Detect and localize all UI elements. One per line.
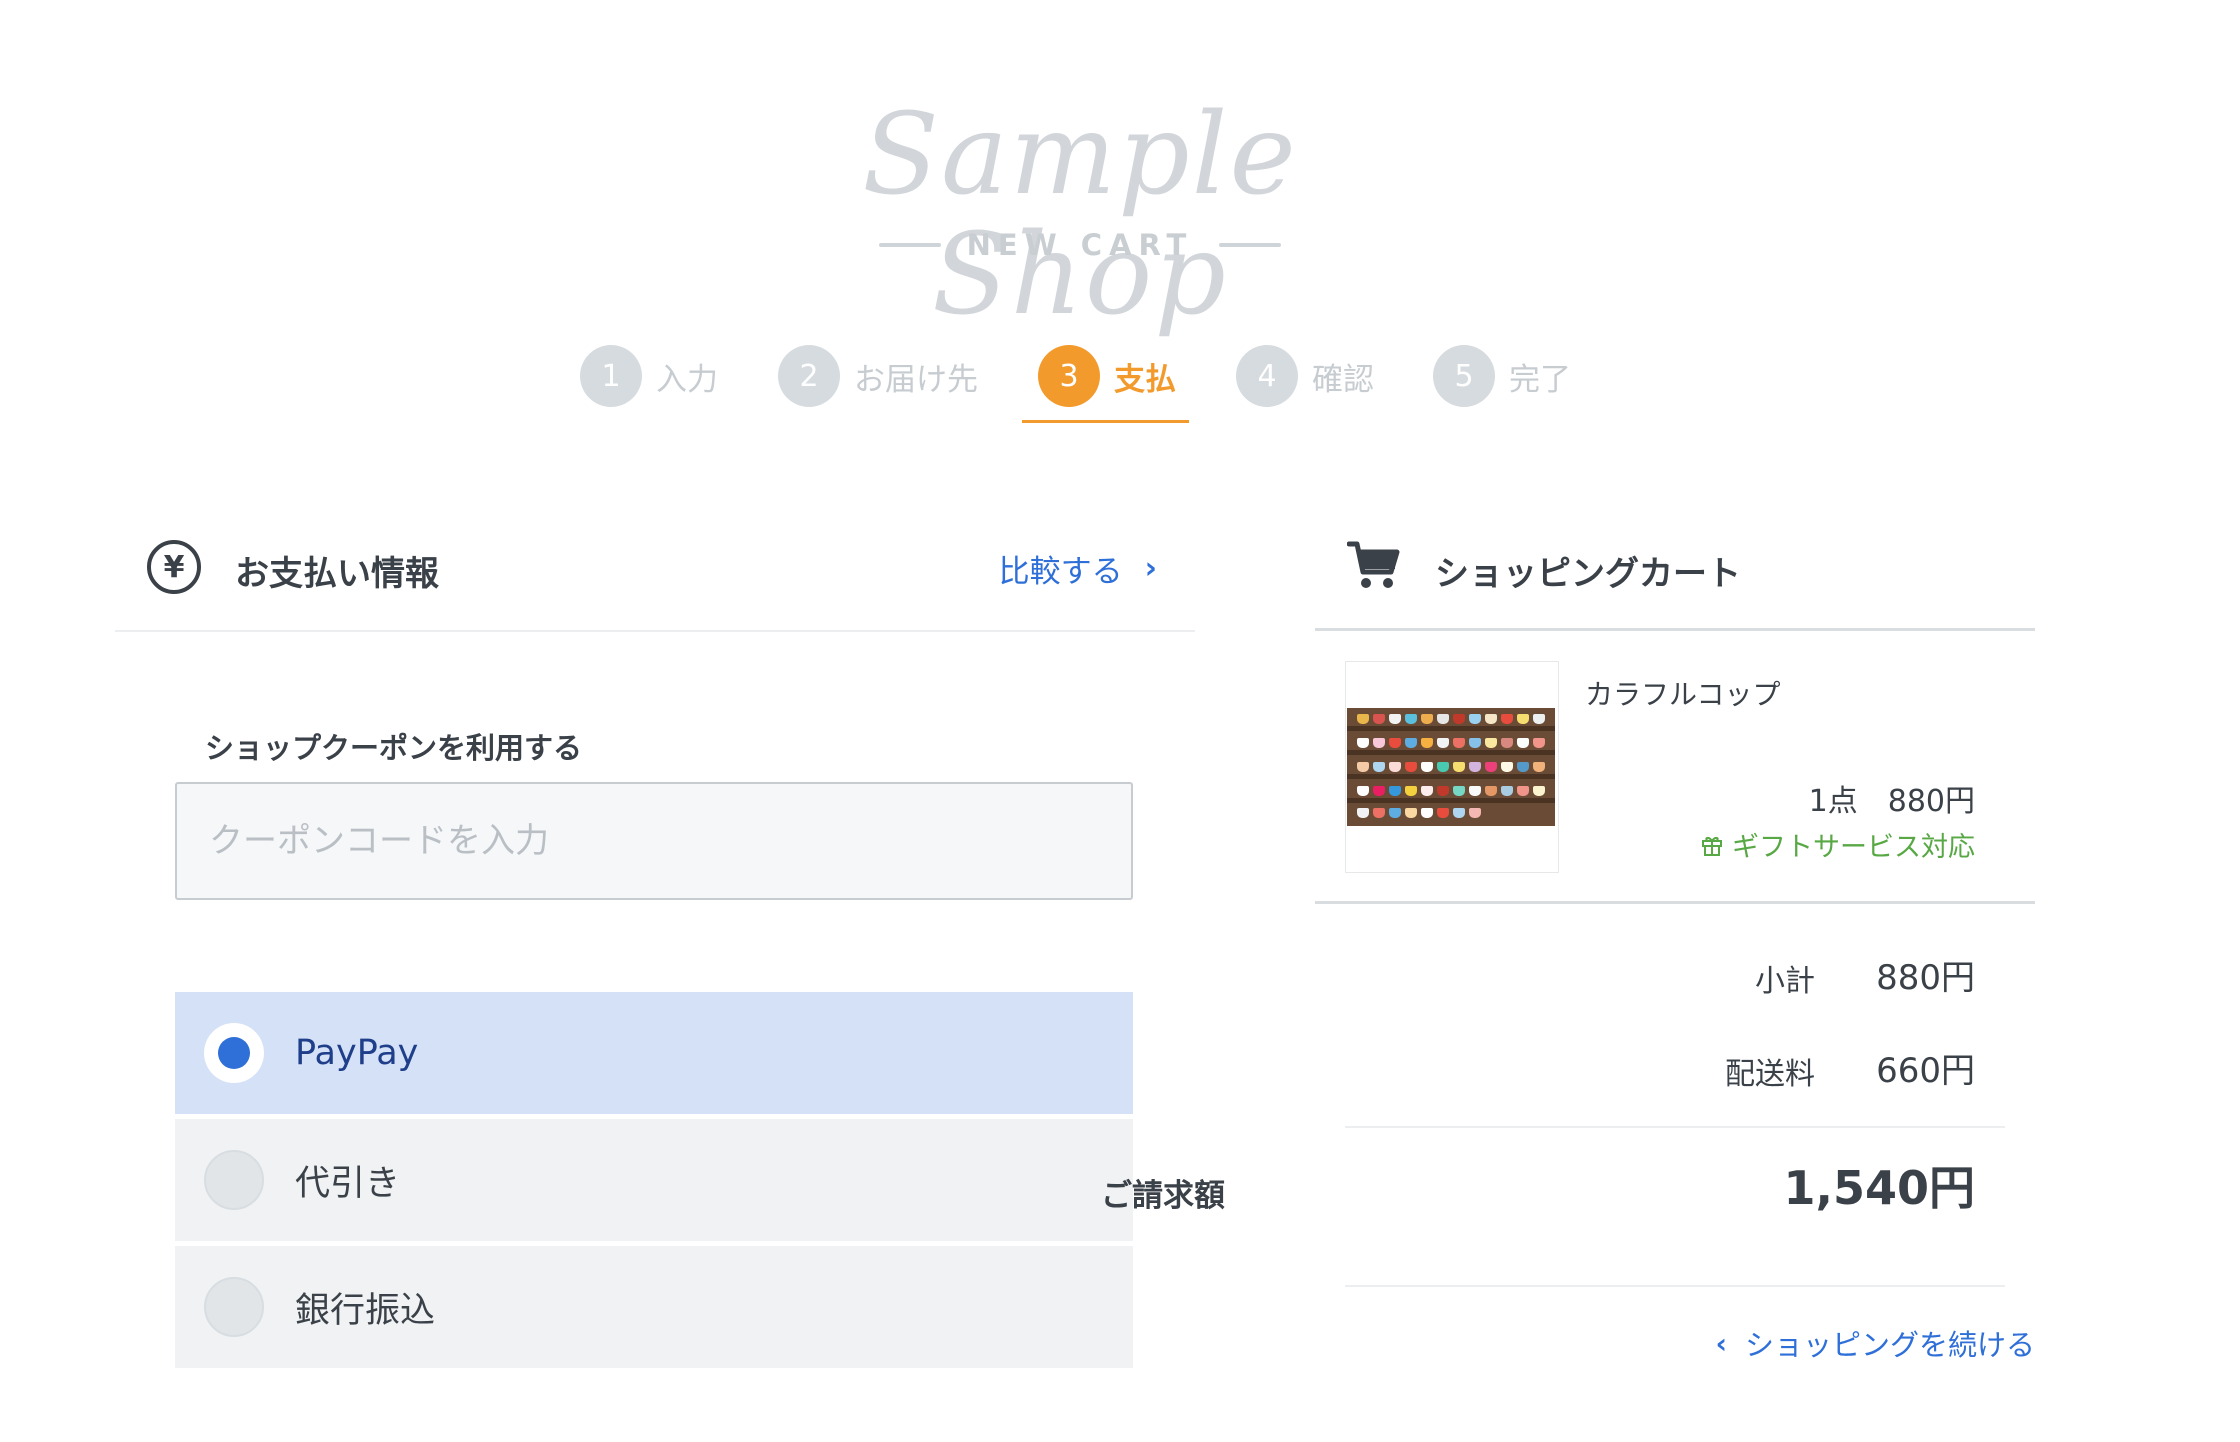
coupon-label: ショップクーポンを利用する bbox=[205, 731, 583, 765]
continue-shopping-label: ショッピングを続ける bbox=[1744, 1328, 2035, 1362]
step-label: 確認 bbox=[1312, 361, 1374, 398]
logo-script-text: Sample Shop bbox=[862, 90, 1298, 340]
payment-option-label: PayPay bbox=[295, 1033, 419, 1073]
step-delivery: 2 お届け先 bbox=[778, 345, 978, 407]
payment-option-cod[interactable]: 代引き bbox=[175, 1119, 1133, 1241]
shelf bbox=[1347, 726, 1555, 731]
cup-row bbox=[1357, 714, 1545, 724]
step-number: 4 bbox=[1236, 345, 1298, 407]
payment-option-label: 銀行振込 bbox=[295, 1290, 436, 1331]
step-input: 1 入力 bbox=[580, 345, 718, 407]
cup-row bbox=[1357, 808, 1481, 818]
subtotal-row: 小計 880円 bbox=[1315, 950, 2035, 1000]
step-number: 5 bbox=[1433, 345, 1495, 407]
step-complete: 5 完了 bbox=[1433, 345, 1571, 407]
step-number: 2 bbox=[778, 345, 840, 407]
payment-info-title: お支払い情報 bbox=[235, 554, 439, 594]
logo-divider-right bbox=[1219, 243, 1282, 247]
step-label: お届け先 bbox=[854, 361, 978, 398]
shopping-cart-title: ショッピングカート bbox=[1435, 554, 1741, 594]
shipping-value: 660円 bbox=[1876, 1051, 1975, 1091]
shopping-cart-header: ショッピングカート bbox=[1315, 530, 2035, 631]
step-payment: 3 支払 bbox=[1038, 345, 1176, 407]
cup-row bbox=[1357, 762, 1545, 772]
continue-shopping-link[interactable]: ‹ ショッピングを続ける bbox=[1715, 1322, 2035, 1364]
payment-info-header: ¥ お支払い情報 比較する › bbox=[115, 530, 1195, 632]
total-divider bbox=[1345, 1285, 2005, 1287]
shipping-label: 配送料 bbox=[1725, 1057, 1815, 1092]
chevron-right-icon: › bbox=[1144, 551, 1157, 586]
cart-item: カラフルコップ 1点 880円 ギフトサービス対応 bbox=[1315, 631, 2035, 904]
gift-service-badge: ギフトサービス対応 bbox=[1700, 825, 1975, 864]
product-thumbnail[interactable] bbox=[1345, 661, 1559, 873]
logo-divider-left bbox=[878, 243, 941, 247]
step-label: 完了 bbox=[1509, 361, 1571, 398]
shelf bbox=[1347, 774, 1555, 779]
step-confirm: 4 確認 bbox=[1236, 345, 1374, 407]
cart-icon bbox=[1347, 541, 1400, 588]
radio-button-selected[interactable] bbox=[204, 1023, 264, 1083]
active-step-underline bbox=[1022, 420, 1189, 423]
payment-option-bank-transfer[interactable]: 銀行振込 bbox=[175, 1246, 1133, 1368]
summary-divider bbox=[1345, 1126, 2005, 1128]
cup-row bbox=[1357, 786, 1545, 796]
cup-row bbox=[1357, 738, 1545, 748]
compare-link[interactable]: 比較する › bbox=[999, 546, 1157, 591]
payment-option-paypay[interactable]: PayPay bbox=[175, 992, 1133, 1114]
shop-logo[interactable]: Sample Shop NEW CART bbox=[790, 95, 1370, 335]
logo-subtitle-text: NEW CART bbox=[966, 228, 1194, 262]
step-label: 支払 bbox=[1114, 361, 1176, 398]
subtotal-value: 880円 bbox=[1876, 958, 1975, 998]
logo-subtitle: NEW CART bbox=[790, 228, 1370, 262]
total-value: 1,540円 bbox=[1783, 1161, 1975, 1215]
subtotal-label: 小計 bbox=[1755, 964, 1815, 999]
shelf bbox=[1347, 798, 1555, 803]
product-quantity-price: 1点 880円 bbox=[1808, 784, 1975, 819]
payment-method-list: PayPay 代引き 銀行振込 bbox=[175, 992, 1133, 1373]
product-image bbox=[1347, 708, 1555, 826]
gift-service-label: ギフトサービス対応 bbox=[1732, 832, 1975, 863]
radio-button[interactable] bbox=[204, 1150, 264, 1210]
step-number: 1 bbox=[580, 345, 642, 407]
step-label: 入力 bbox=[656, 361, 718, 398]
gift-icon bbox=[1702, 836, 1722, 856]
step-number: 3 bbox=[1038, 345, 1100, 407]
chevron-left-icon: ‹ bbox=[1715, 1326, 1727, 1360]
shelf bbox=[1347, 750, 1555, 755]
coupon-code-input[interactable] bbox=[175, 782, 1133, 900]
product-name[interactable]: カラフルコップ bbox=[1585, 673, 1780, 713]
yen-icon: ¥ bbox=[147, 540, 201, 594]
total-label: ご請求額 bbox=[1101, 1178, 1225, 1214]
compare-link-label: 比較する bbox=[998, 554, 1123, 590]
radio-button[interactable] bbox=[204, 1277, 264, 1337]
payment-option-label: 代引き bbox=[295, 1163, 401, 1204]
shipping-row: 配送料 660円 bbox=[1315, 1043, 2035, 1093]
